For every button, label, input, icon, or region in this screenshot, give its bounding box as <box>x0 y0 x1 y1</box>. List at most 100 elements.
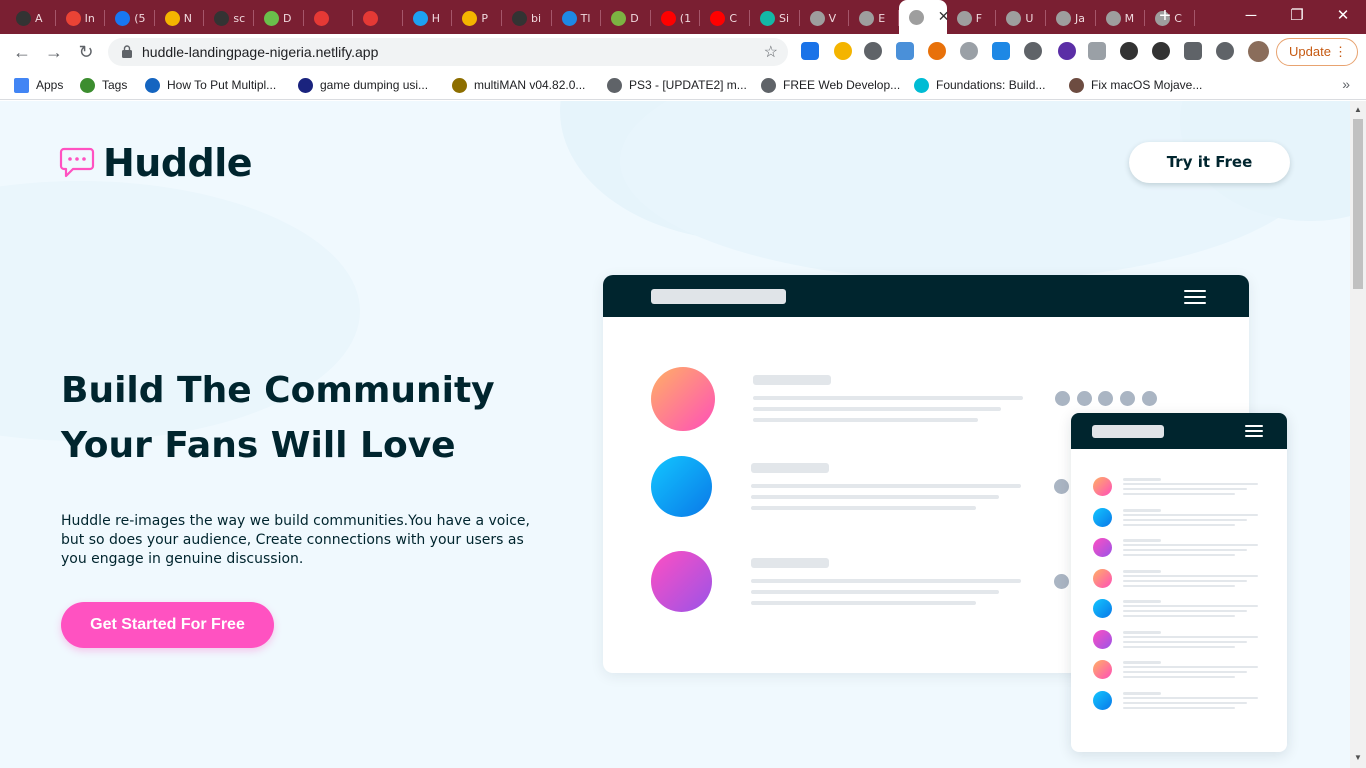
profile-avatar[interactable] <box>1248 41 1269 62</box>
back-button[interactable]: ← <box>10 41 34 63</box>
extension-icon[interactable] <box>896 42 914 60</box>
illustration-mobile-mockup <box>1071 413 1287 752</box>
hero-description: Huddle re-images the way we build commun… <box>61 513 530 567</box>
text-placeholder <box>1123 544 1258 546</box>
browser-tab[interactable] <box>304 6 354 30</box>
address-bar[interactable]: huddle-landingpage-nigeria.netlify.app ☆ <box>108 38 788 66</box>
extension-icon[interactable] <box>928 42 946 60</box>
reaction-dot <box>1054 574 1069 589</box>
browser-tab[interactable]: H <box>403 6 453 30</box>
bookmark-apps[interactable]: Apps <box>14 76 63 94</box>
browser-tab[interactable]: U <box>996 6 1046 30</box>
tab-favicon-icon <box>412 10 428 26</box>
extension-icon[interactable] <box>1058 42 1076 60</box>
extension-icon[interactable] <box>864 42 882 60</box>
bookmark-item[interactable]: game dumping usi... <box>298 76 428 94</box>
browser-tab[interactable]: N <box>155 6 205 30</box>
scrollbar-thumb[interactable] <box>1353 119 1363 289</box>
reload-button[interactable]: ↻ <box>74 41 98 63</box>
bookmarks-overflow-icon[interactable]: » <box>1342 76 1350 92</box>
browser-tab[interactable]: In <box>56 6 106 30</box>
minimize-button[interactable]: ─ <box>1236 4 1266 28</box>
browser-tab[interactable]: D <box>601 6 651 30</box>
browser-tab[interactable]: bi <box>502 6 552 30</box>
forward-button[interactable]: → <box>42 41 66 63</box>
bookmark-label: How To Put Multipl... <box>167 78 277 92</box>
tab-label: D <box>283 11 292 25</box>
try-it-free-button[interactable]: Try it Free <box>1129 142 1290 183</box>
browser-tab[interactable]: V <box>800 6 850 30</box>
browser-tab[interactable] <box>353 6 403 30</box>
text-placeholder <box>1123 513 1258 516</box>
tab-favicon-icon <box>462 10 478 26</box>
extension-icon[interactable] <box>834 42 852 60</box>
headline-line-2: Your Fans Will Love <box>61 425 456 466</box>
extension-icon[interactable] <box>1120 42 1138 60</box>
extension-icon[interactable] <box>1152 42 1170 60</box>
bookmark-item[interactable]: Fix macOS Mojave... <box>1069 76 1202 94</box>
restore-button[interactable]: ❐ <box>1282 4 1312 28</box>
bookmark-label: Tags <box>102 78 128 92</box>
tab-active[interactable]: ✕ <box>898 0 950 34</box>
browser-tab[interactable]: P <box>452 6 502 30</box>
browser-tab[interactable]: E <box>849 6 899 30</box>
extension-icon[interactable] <box>960 42 978 60</box>
scroll-up-arrow-icon[interactable]: ▲ <box>1354 105 1362 114</box>
text-placeholder <box>1123 483 1258 485</box>
bookmark-item[interactable]: FREE Web Develop... <box>761 76 900 94</box>
browser-tab[interactable]: Si <box>750 6 800 30</box>
huddle-logo[interactable]: Huddle <box>59 141 253 185</box>
bookmark-star-icon[interactable]: ☆ <box>764 42 778 62</box>
bookmark-item[interactable]: How To Put Multipl... <box>145 76 276 94</box>
tab-favicon-icon <box>512 10 527 26</box>
mockup-header <box>603 275 1249 317</box>
apps-grid-icon <box>14 77 29 93</box>
extension-icon[interactable] <box>1216 42 1234 60</box>
bookmarks-bar: » Apps Tags How To Put Multipl... game dump… <box>0 70 1366 100</box>
browser-tab[interactable]: (5 <box>105 6 155 30</box>
bookmark-item[interactable]: Foundations: Build... <box>914 76 1045 94</box>
text-placeholder <box>751 579 1021 583</box>
browser-tab[interactable]: F <box>947 6 997 30</box>
browser-tab[interactable]: M <box>1096 6 1146 30</box>
bookmark-item[interactable]: PS3 - [UPDATE2] m... <box>607 76 747 94</box>
text-placeholder <box>1123 579 1247 582</box>
text-placeholder <box>1123 574 1258 577</box>
reaction-dot <box>1055 391 1070 406</box>
extension-icon[interactable] <box>1184 42 1202 60</box>
new-tab-button[interactable]: + <box>1154 5 1176 27</box>
tab-label: N <box>183 11 193 25</box>
bookmark-favicon-icon <box>80 77 95 93</box>
extension-icon[interactable] <box>992 42 1010 60</box>
text-placeholder <box>1123 691 1161 695</box>
extension-icon[interactable] <box>1088 42 1106 60</box>
browser-tab[interactable]: D <box>254 6 304 30</box>
bookmark-favicon-icon <box>145 77 160 93</box>
tab-favicon-icon <box>363 10 379 26</box>
get-started-button[interactable]: Get Started For Free <box>61 602 274 648</box>
browser-tab[interactable]: A <box>6 6 56 30</box>
text-placeholder <box>1123 523 1235 526</box>
bookmark-item[interactable]: multiMAN v04.82.0... <box>452 76 585 94</box>
scroll-down-arrow-icon[interactable]: ▼ <box>1354 753 1362 762</box>
text-placeholder <box>753 396 1023 400</box>
text-placeholder <box>1123 671 1247 673</box>
tab-label: P <box>481 11 489 25</box>
tab-label: H <box>431 11 441 25</box>
bookmark-favicon-icon <box>607 77 622 93</box>
name-placeholder <box>751 463 829 473</box>
browser-tab[interactable]: C <box>700 6 750 30</box>
extension-icon[interactable] <box>1024 42 1042 60</box>
close-window-button[interactable]: ✕ <box>1328 4 1358 28</box>
update-button[interactable]: Update ⋮ <box>1276 38 1358 66</box>
text-placeholder <box>1123 701 1247 704</box>
bookmark-item[interactable]: Tags <box>80 76 127 94</box>
reaction-dot <box>1098 391 1113 406</box>
browser-tab[interactable]: Ja <box>1046 6 1096 30</box>
tab-favicon-icon <box>859 10 875 26</box>
extension-icon[interactable] <box>801 42 819 60</box>
browser-tab[interactable]: Tl <box>552 6 602 30</box>
browser-tab[interactable]: (1 <box>651 6 701 30</box>
browser-tab[interactable]: sc <box>204 6 254 30</box>
page-scrollbar[interactable]: ▲ ▼ <box>1350 101 1366 768</box>
